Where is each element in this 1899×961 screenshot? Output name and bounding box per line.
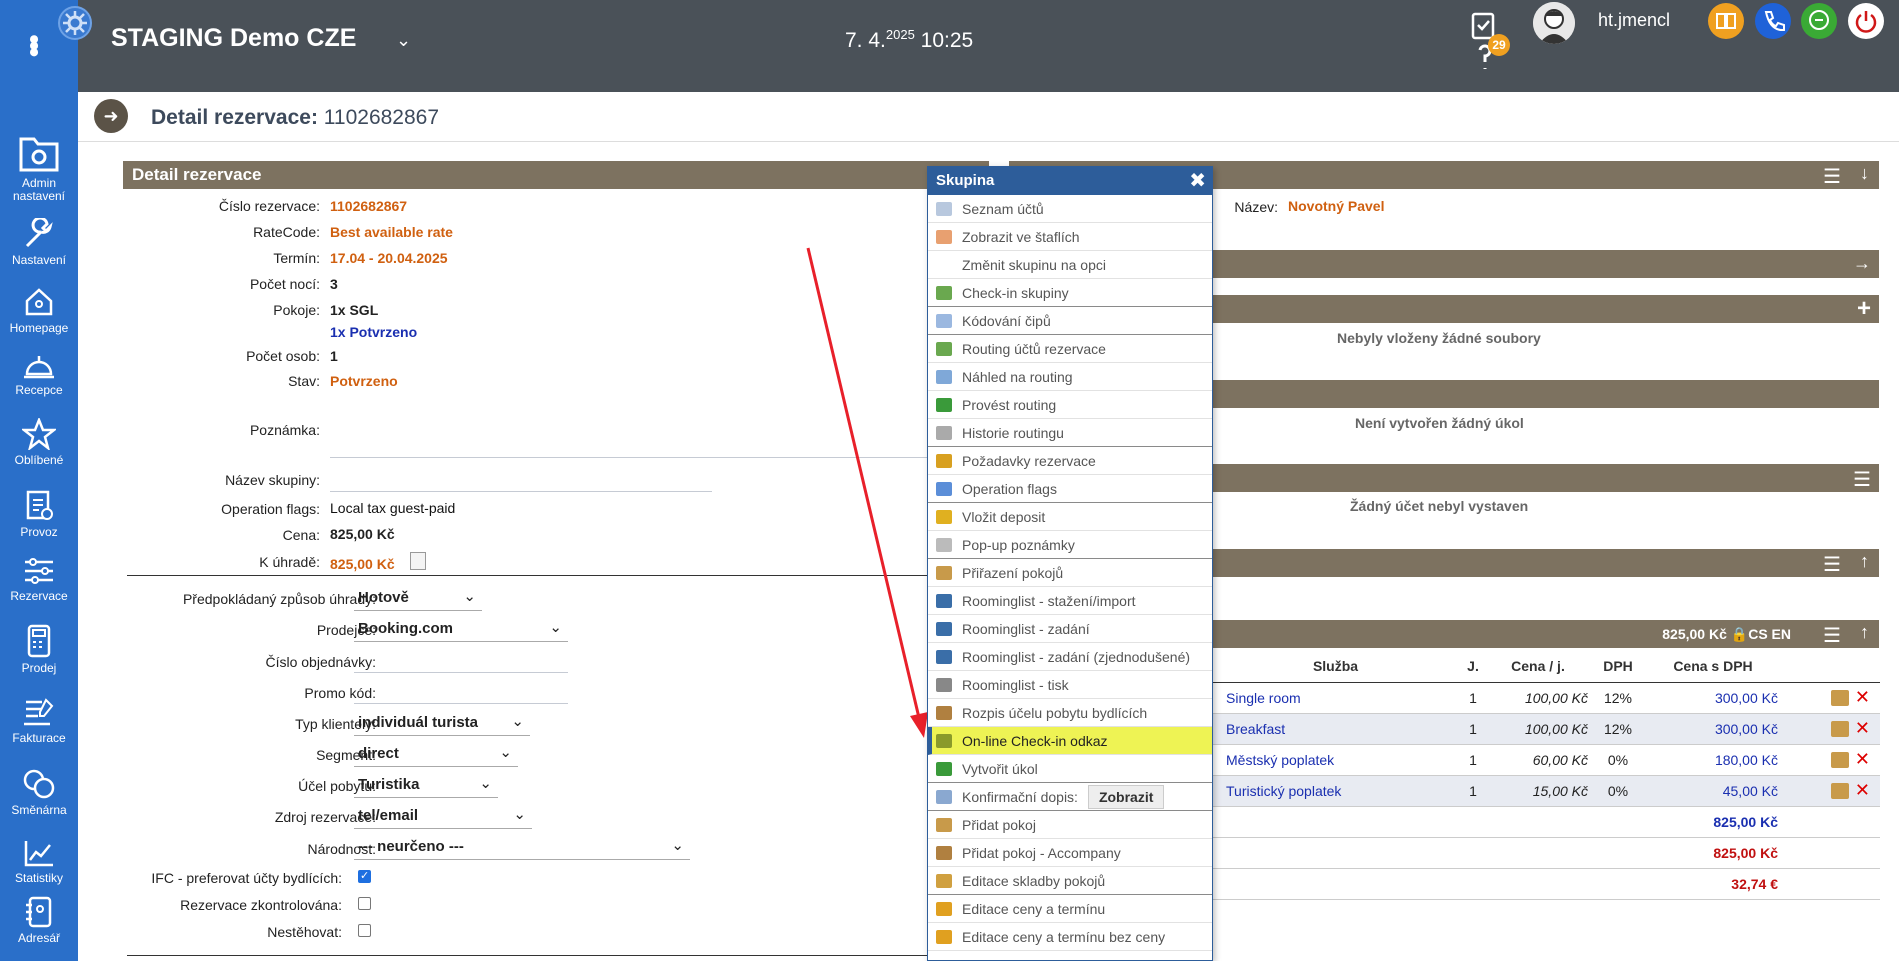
- menu-item-label: Roominglist - zadání: [962, 621, 1090, 637]
- users-icon: [936, 706, 952, 720]
- close-icon[interactable]: ✖: [1189, 167, 1206, 195]
- menu-item[interactable]: Operation flags: [928, 475, 1212, 503]
- menu-item-label: Vložit deposit: [962, 509, 1046, 525]
- menu-item[interactable]: Kódování čipů: [928, 307, 1212, 335]
- menu-item-label: Konfirmační dopis:: [962, 789, 1078, 805]
- menu-item[interactable]: Změnit skupinu na opci: [928, 251, 1212, 279]
- menu-item[interactable]: Editace ceny a termínu: [928, 895, 1212, 923]
- menu-item[interactable]: Editace skladby pokojů: [928, 867, 1212, 895]
- menu-item-label: Editace ceny a termínu bez ceny: [962, 929, 1166, 945]
- menu-item-label: Vytvořit úkol: [962, 761, 1038, 777]
- menu-header: Skupina ✖: [928, 167, 1212, 195]
- menu-item[interactable]: Seznam účtů: [928, 195, 1212, 223]
- menu-item[interactable]: Roominglist - stažení/import: [928, 587, 1212, 615]
- menu-item-label: Změnit skupinu na opci: [962, 257, 1106, 273]
- menu-item[interactable]: Náhled na routing: [928, 363, 1212, 391]
- book-icon: [936, 622, 952, 636]
- tag-icon: [936, 314, 952, 328]
- menu-item-label: Požadavky rezervace: [962, 453, 1096, 469]
- users-icon: [936, 846, 952, 860]
- menu-item-label: Rozpis účelu pobytu bydlících: [962, 705, 1148, 721]
- arrow-line: [806, 247, 922, 723]
- broom-icon: [936, 454, 952, 468]
- menu-item-label: On-line Check-in odkaz: [962, 733, 1108, 749]
- menu-item[interactable]: Vytvořit úkol: [928, 755, 1212, 783]
- menu-item-label: Pop-up poznámky: [962, 537, 1075, 553]
- task-check-icon: [936, 762, 952, 776]
- book-icon: [936, 594, 952, 608]
- menu-item-label: Check-in skupiny: [962, 285, 1069, 301]
- show-letter-button[interactable]: Zobrazit: [1087, 785, 1165, 809]
- menu-item[interactable]: Zobrazit ve štaflích: [928, 223, 1212, 251]
- link-icon: [936, 734, 952, 748]
- menu-items: Seznam účtů Zobrazit ve štaflích Změnit sk…: [928, 195, 1212, 951]
- check-icon: [936, 398, 952, 412]
- arrow-head: [910, 712, 928, 738]
- menu-item-label: Přidat pokoj - Accompany: [962, 845, 1121, 861]
- note-icon: [936, 538, 952, 552]
- menu-item-label: Routing účtů rezervace: [962, 341, 1106, 357]
- menu-item-label: Provést routing: [962, 397, 1057, 413]
- coins-icon: [936, 510, 952, 524]
- flag-icon: [936, 482, 952, 496]
- menu-item[interactable]: Historie routingu: [928, 419, 1212, 447]
- group-context-menu: Skupina ✖ Seznam účtů Zobrazit ve štaflích…: [927, 166, 1213, 961]
- menu-item[interactable]: Check-in skupiny: [928, 279, 1212, 307]
- menu-item[interactable]: Pop-up poznámky: [928, 531, 1212, 559]
- mail-icon: [936, 790, 952, 804]
- pencil-icon: [936, 930, 952, 944]
- edit-icon: [936, 874, 952, 888]
- menu-item[interactable]: Rozpis účelu pobytu bydlících: [928, 699, 1212, 727]
- menu-item-label: Roominglist - stažení/import: [962, 593, 1136, 609]
- history-icon: [936, 426, 952, 440]
- menu-item-label: Přidat pokoj: [962, 817, 1036, 833]
- menu-item[interactable]: Přiřazení pokojů: [928, 559, 1212, 587]
- menu-item[interactable]: On-line Check-in odkaz: [928, 727, 1212, 755]
- menu-item-label: Historie routingu: [962, 425, 1064, 441]
- menu-item[interactable]: Editace ceny a termínu bez ceny: [928, 923, 1212, 951]
- menu-item[interactable]: Provést routing: [928, 391, 1212, 419]
- door-icon: [936, 566, 952, 580]
- door-icon: [936, 818, 952, 832]
- menu-item[interactable]: Vložit deposit: [928, 503, 1212, 531]
- chart-doc-icon: [936, 230, 952, 244]
- menu-item-label: Náhled na routing: [962, 369, 1073, 385]
- menu-title: Skupina: [936, 172, 995, 189]
- menu-item-label: Seznam účtů: [962, 201, 1044, 217]
- menu-item-label: Roominglist - tisk: [962, 677, 1069, 693]
- menu-item-label: Operation flags: [962, 481, 1057, 497]
- pencil-icon: [936, 902, 952, 916]
- menu-item-label: Přiřazení pokojů: [962, 565, 1064, 581]
- menu-item[interactable]: Roominglist - zadání: [928, 615, 1212, 643]
- menu-item[interactable]: Roominglist - tisk: [928, 671, 1212, 699]
- book-icon: [936, 650, 952, 664]
- routing-icon: [936, 342, 952, 356]
- search-doc-icon: [936, 202, 952, 216]
- menu-item[interactable]: Routing účtů rezervace: [928, 335, 1212, 363]
- menu-item-label: Zobrazit ve štaflích: [962, 229, 1080, 245]
- menu-item-label: Editace ceny a termínu: [962, 901, 1106, 917]
- menu-item-label: Kódování čipů: [962, 313, 1051, 329]
- menu-item[interactable]: Požadavky rezervace: [928, 447, 1212, 475]
- menu-item-label: Editace skladby pokojů: [962, 873, 1106, 889]
- menu-item[interactable]: Přidat pokoj - Accompany: [928, 839, 1212, 867]
- menu-item[interactable]: Roominglist - zadání (zjednodušené): [928, 643, 1212, 671]
- menu-item[interactable]: Přidat pokoj: [928, 811, 1212, 839]
- preview-icon: [936, 370, 952, 384]
- menu-item[interactable]: Konfirmační dopis: Zobrazit: [928, 783, 1212, 811]
- printer-icon: [936, 678, 952, 692]
- menu-item-label: Roominglist - zadání (zjednodušené): [962, 649, 1191, 665]
- checkin-icon: [936, 286, 952, 300]
